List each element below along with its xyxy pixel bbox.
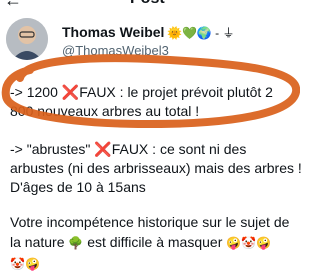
cross-mark-icon: ❌ [94,141,112,157]
emoji-group: 🤪🤡🤪 [226,236,272,250]
author-handle[interactable]: @ThomasWeibel3 [62,43,169,58]
post-text: FAUX : le projet prévoit plutôt 2 [79,84,273,100]
tree-icon: 🌳 [68,236,84,250]
author-name[interactable]: Thomas Weibel [62,24,164,40]
post-text: -> "abrustes" [10,141,95,157]
author-emoji-suffix: 🌞💚🌍 - ⏚ [167,26,235,40]
top-bar: ← Post [0,0,300,12]
emoji-group: 🤡🤪 [10,257,40,271]
post-line-3: -> "abrustes" ❌FAUX : ce sont ni des [10,140,246,158]
post-line-4: arbustes (ni des arbrisseaux) mais des a… [10,160,302,176]
post-line-2: 800 nouveaux arbres au total ! [10,103,200,119]
cross-mark-icon: ❌ [61,84,80,100]
post-line-7: la nature 🌳 est difficile à masquer 🤪🤡🤪 [10,233,271,252]
post-text: -> 1200 [10,84,62,100]
post-text: la nature [10,234,69,250]
back-arrow-icon[interactable]: ← [4,0,22,9]
post-text: FAUX : ce sont ni des [111,141,247,157]
page-title: Post [130,0,165,8]
post-line-5: D'âges de 10 à 15ans [10,179,146,195]
post-line-1: -> 1200 ❌FAUX : le projet prévoit plutôt… [10,83,273,101]
post-text: est difficile à masquer [83,234,227,250]
post-line-6: Votre incompétence historique sur le suj… [10,214,290,230]
post-line-8: 🤡🤪 [10,254,40,273]
avatar-image [6,18,48,60]
avatar[interactable] [6,18,48,60]
